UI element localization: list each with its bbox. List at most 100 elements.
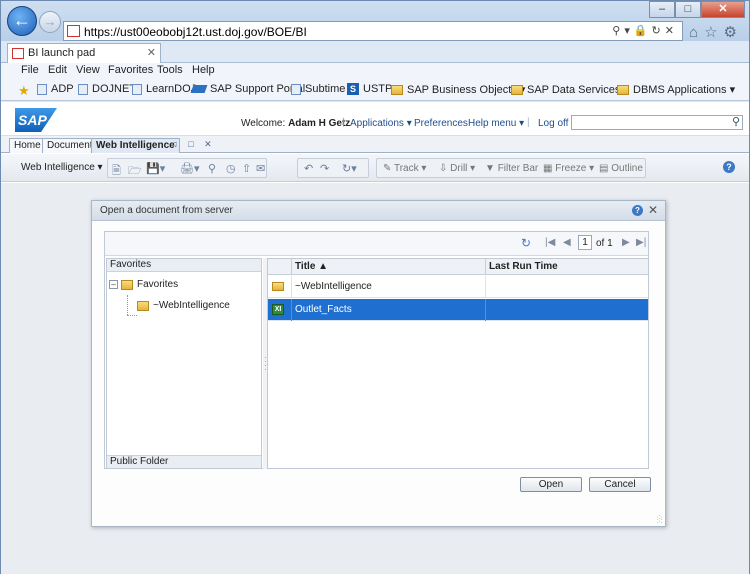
page-number-input[interactable]: 1 — [578, 235, 592, 250]
cancel-button[interactable]: Cancel — [589, 477, 651, 492]
sap-logo: SAP — [15, 108, 57, 132]
tab-close-icon[interactable]: ✕ — [147, 46, 156, 59]
menu-favorites[interactable]: Favorites — [108, 64, 153, 76]
mail-icon[interactable]: ✉ — [256, 162, 265, 175]
favorites-star-icon[interactable]: ☆ — [704, 24, 723, 41]
wi-toolbar: Web Intelligence ▾ 🗎 🗁 💾▾ 🖨▾ ⚲ ◷ ⇧ ✉ ↶ ↷… — [1, 154, 749, 182]
column-title[interactable]: Title ▲ — [292, 259, 486, 275]
tree-item-webintelligence[interactable]: ~WebIntelligence — [137, 300, 230, 311]
outline-button[interactable]: ▤ Outline — [599, 163, 643, 174]
tree-label: Favorites — [137, 279, 179, 290]
bi-search-input[interactable]: ⚲ — [571, 115, 743, 130]
menu-file[interactable]: File — [21, 64, 39, 76]
document-row[interactable]: ~WebIntelligence — [268, 276, 648, 298]
header-separator: | — [527, 117, 530, 128]
menu-edit[interactable]: Edit — [48, 64, 67, 76]
next-page-icon[interactable]: ▶ — [622, 237, 630, 248]
tree-label: ~WebIntelligence — [153, 300, 230, 311]
settings-gear-icon[interactable]: ⚙ — [724, 24, 743, 41]
applications-menu[interactable]: Applications ▾ — [350, 118, 412, 129]
favorites-pane-header[interactable]: Favorites — [107, 259, 261, 272]
menu-view[interactable]: View — [76, 64, 100, 76]
tree-item-favorites[interactable]: – Favorites — [109, 279, 178, 290]
save-icon[interactable]: 💾▾ — [146, 162, 165, 175]
window-close-button[interactable]: ✕ — [701, 1, 745, 18]
dialog-help-icon[interactable]: ? — [632, 205, 643, 216]
fav-sap-support[interactable]: SAP Support Portal — [190, 83, 305, 95]
page-icon — [78, 83, 88, 95]
browser-tab[interactable]: BI launch pad ✕ — [7, 43, 161, 63]
minimize-button[interactable]: – — [649, 1, 675, 18]
refresh-icon[interactable]: ↻ — [521, 236, 531, 250]
new-document-icon[interactable]: 🗎 — [112, 162, 121, 181]
menu-help[interactable]: Help — [192, 64, 215, 76]
column-title-label: Title — [295, 261, 316, 272]
dialog-close-icon[interactable]: ✕ — [648, 203, 658, 217]
header-separator: | — [342, 117, 345, 128]
favorites-bar: ★ ADP DOJNET LearnDOJ SAP Support Portal… — [1, 79, 749, 101]
prev-page-icon[interactable]: ◀ — [563, 237, 571, 248]
page-favicon-icon — [67, 25, 80, 37]
forward-button[interactable]: → — [39, 11, 61, 33]
help-icon[interactable]: ? — [723, 161, 735, 173]
help-menu[interactable]: Help menu ▾ — [468, 118, 524, 129]
browser-titlebar: ← → https://ust00eobobj12t.ust.doj.gov/B… — [1, 1, 749, 41]
open-button[interactable]: Open — [520, 477, 582, 492]
filter-bar-button[interactable]: ▼ Filter Bar — [485, 163, 538, 174]
fav-dojnet[interactable]: DOJNET — [78, 83, 136, 95]
preferences-link[interactable]: Preferences — [414, 118, 468, 129]
tab-favicon-icon — [12, 48, 24, 59]
history-icon[interactable]: ◷ — [226, 162, 236, 175]
tab-pin-icons[interactable]: ♫ □ ✕ — [171, 139, 216, 150]
fav-adp[interactable]: ADP — [37, 83, 74, 95]
resize-grip-icon[interactable]: ·:·:·: — [656, 514, 663, 525]
fav-subtime[interactable]: Subtime — [291, 83, 345, 95]
fav-learndoj[interactable]: LearnDOJ — [132, 83, 196, 95]
drill-button[interactable]: ⇩ Drill ▾ — [439, 163, 475, 174]
find-icon[interactable]: ⚲ — [208, 162, 216, 175]
fav-label: LearnDOJ — [146, 83, 197, 95]
sap-icon — [190, 85, 208, 93]
home-icon[interactable]: ⌂ — [689, 24, 704, 41]
folder-icon — [617, 84, 629, 95]
tab-web-intelligence[interactable]: Web Intelligence — [91, 138, 180, 153]
last-page-icon[interactable]: ▶| — [636, 237, 646, 248]
menu-tools[interactable]: Tools — [157, 64, 183, 76]
fav-sap-bo[interactable]: SAP Business Objects ▾ — [391, 83, 525, 96]
logoff-link[interactable]: Log off — [538, 118, 568, 129]
web-intelligence-menu[interactable]: Web Intelligence ▾ — [21, 162, 103, 173]
file-toolbar-group: 🗎 🗁 💾▾ 🖨▾ ⚲ ◷ ⇧ ✉ — [107, 158, 267, 178]
document-row-selected[interactable]: XI Outlet_Facts — [268, 299, 648, 321]
refresh-data-icon[interactable]: ↻▾ — [342, 162, 357, 175]
back-button[interactable]: ← — [7, 6, 37, 36]
fav-label: SAP Data Services — [527, 83, 621, 96]
tree-connector — [127, 295, 128, 315]
freeze-button[interactable]: ▦ Freeze ▾ — [543, 163, 594, 174]
search-icon[interactable]: ⚲ — [732, 115, 740, 128]
column-last-run[interactable]: Last Run Time — [486, 259, 648, 275]
fav-label: SAP Business Objects — [407, 83, 517, 96]
browser-window: ← → https://ust00eobobj12t.ust.doj.gov/B… — [0, 0, 750, 574]
public-folder-pane-header[interactable]: Public Folder — [107, 455, 261, 468]
help-menu-label: Help menu — [468, 118, 517, 129]
collapse-icon[interactable]: – — [109, 280, 118, 289]
address-bar[interactable]: https://ust00eobobj12t.ust.doj.gov/BOE/B… — [63, 21, 683, 41]
maximize-button[interactable]: □ — [675, 1, 701, 18]
first-page-icon[interactable]: |◀ — [545, 237, 555, 248]
tab-home[interactable]: Home — [9, 138, 46, 153]
address-actions-icon[interactable]: ⚲▾🔒↻✕ — [612, 24, 678, 37]
track-button[interactable]: ✎ Track ▾ — [383, 163, 426, 174]
row-icon-cell — [268, 276, 292, 298]
open-folder-icon[interactable]: 🗁 — [128, 162, 142, 181]
undo-icon[interactable]: ↶ — [304, 162, 313, 175]
redo-icon[interactable]: ↷ — [320, 162, 329, 175]
fav-sap-ds[interactable]: SAP Data Services ▾ — [511, 83, 629, 96]
undo-toolbar-group: ↶ ↷ ↻▾ — [297, 158, 369, 178]
fav-dbms[interactable]: DBMS Applications ▾ — [617, 83, 735, 96]
favorites-icon[interactable]: ★ — [18, 83, 32, 99]
column-icon — [268, 259, 292, 275]
fav-label: DOJNET — [92, 83, 136, 95]
export-icon[interactable]: ⇧ — [242, 162, 251, 175]
print-icon[interactable]: 🖨▾ — [180, 162, 200, 175]
fav-ustp[interactable]: S USTP — [347, 83, 392, 95]
